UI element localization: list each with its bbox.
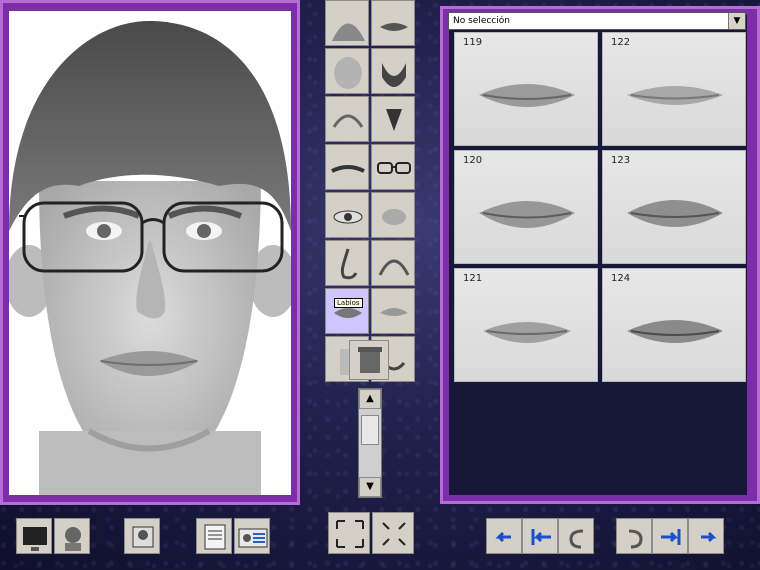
nose-part-button[interactable] — [325, 240, 369, 286]
id-card-icon-button[interactable] — [234, 518, 270, 554]
first-page-button[interactable] — [522, 518, 558, 554]
lip-option-124[interactable]: 124 — [602, 268, 746, 382]
lip-option-120[interactable]: 120 — [454, 150, 598, 264]
monitor-icon-button[interactable] — [16, 518, 52, 554]
lip-option-121[interactable]: 121 — [454, 268, 598, 382]
dropdown-arrow-icon[interactable]: ▼ — [728, 13, 745, 29]
lips-part-button[interactable] — [325, 288, 369, 334]
face-preview-panel — [0, 0, 300, 505]
next-button[interactable] — [688, 518, 724, 554]
previous-button[interactable] — [486, 518, 522, 554]
collapse-view-button[interactable] — [372, 512, 414, 554]
head-shape-part-button[interactable] — [325, 48, 369, 94]
vertical-scrollbar[interactable]: ▲ ▼ — [358, 388, 382, 498]
portrait-icon-button[interactable] — [54, 518, 90, 554]
document-icon-button[interactable] — [196, 518, 232, 554]
face-profile-part-button[interactable] — [371, 240, 415, 286]
trash-button[interactable] — [349, 340, 389, 380]
face-canvas — [9, 11, 291, 495]
scroll-up-button[interactable]: ▲ — [359, 389, 381, 409]
mouth-shape-part-button[interactable] — [371, 192, 415, 238]
lip-option-123[interactable]: 123 — [602, 150, 746, 264]
undo-button[interactable] — [558, 518, 594, 554]
dropdown-selected-value: No selección — [453, 16, 510, 26]
mouth-open-part-button[interactable] — [371, 288, 415, 334]
scroll-down-button[interactable]: ▼ — [359, 477, 381, 497]
print-face-button[interactable] — [124, 518, 160, 554]
lip-option-119[interactable]: 119 — [454, 32, 598, 146]
hair-part-button[interactable] — [325, 0, 369, 46]
glasses-part-button[interactable] — [371, 144, 415, 190]
tooltip: Labios — [334, 298, 363, 308]
chin-part-button[interactable] — [371, 96, 415, 142]
redo-button[interactable] — [616, 518, 652, 554]
scroll-thumb[interactable] — [361, 415, 379, 445]
library-filter-dropdown[interactable]: No selección ▼ — [448, 12, 746, 30]
lip-option-122[interactable]: 122 — [602, 32, 746, 146]
forehead-part-button[interactable] — [325, 96, 369, 142]
mustache-part-button[interactable] — [371, 0, 415, 46]
eyebrows-part-button[interactable] — [325, 144, 369, 190]
eyes-part-button[interactable] — [325, 192, 369, 238]
feature-palette — [325, 0, 415, 382]
last-page-button[interactable] — [652, 518, 688, 554]
expand-view-button[interactable] — [328, 512, 370, 554]
beard-part-button[interactable] — [371, 48, 415, 94]
library-grid: 119 122 120 123 121 124 — [454, 32, 746, 382]
